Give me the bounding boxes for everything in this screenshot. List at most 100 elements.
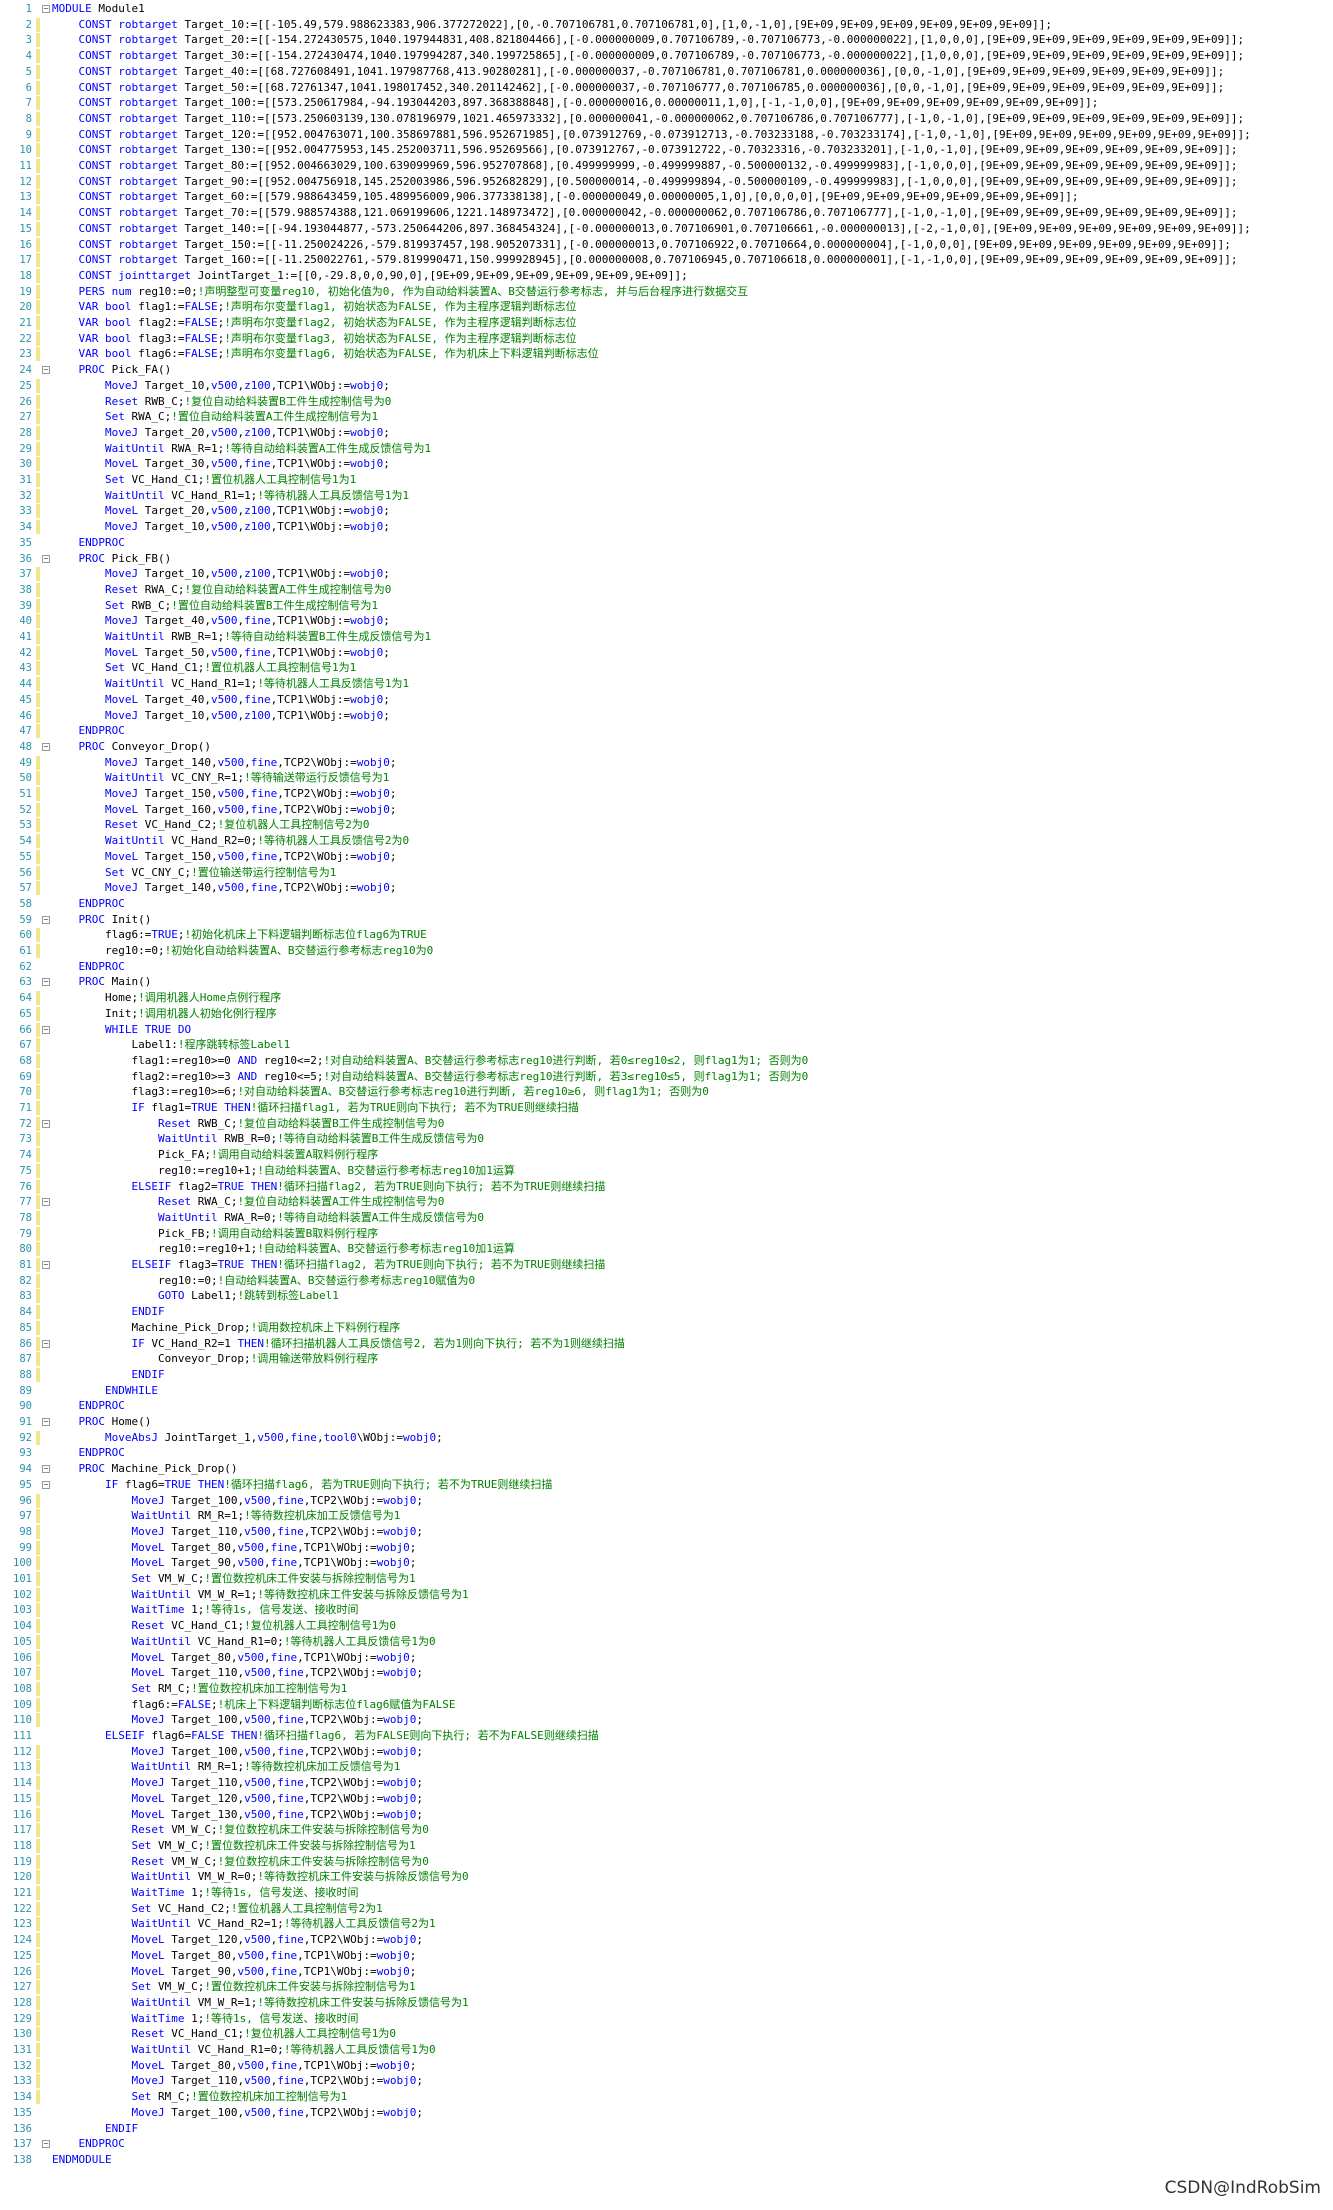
code-line[interactable]: 92 MoveAbsJ JointTarget_1,v500,fine,tool… bbox=[0, 1430, 1333, 1446]
code-line[interactable]: 123 WaitUntil VC_Hand_R2=1;!等待机器人工具反馈信号2… bbox=[0, 1916, 1333, 1932]
code-line[interactable]: 122 Set VC_Hand_C2;!置位机器人工具控制信号2为1 bbox=[0, 1901, 1333, 1917]
code-line[interactable]: 6 CONST robtarget Target_50:=[[68.727613… bbox=[0, 80, 1333, 96]
code-line[interactable]: 76 ELSEIF flag2=TRUE THEN!循环扫描flag2, 若为T… bbox=[0, 1179, 1333, 1195]
code-line[interactable]: 32 WaitUntil VC_Hand_R1=1;!等待机器人工具反馈信号1为… bbox=[0, 488, 1333, 504]
code-line[interactable]: 112 MoveJ Target_100,v500,fine,TCP2\WObj… bbox=[0, 1744, 1333, 1760]
code-line[interactable]: 85 Machine_Pick_Drop;!调用数控机床上下料例行程序 bbox=[0, 1320, 1333, 1336]
code-line[interactable]: 111 ELSEIF flag6=FALSE THEN!循环扫描flag6, 若… bbox=[0, 1728, 1333, 1744]
code-line[interactable]: 82 reg10:=0;!自动给料装置A、B交替运行参考标志reg10赋值为0 bbox=[0, 1273, 1333, 1289]
fold-toggle-icon[interactable]: − bbox=[42, 366, 50, 375]
code-line[interactable]: 38 Reset RWA_C;!复位自动给料装置A工件生成控制信号为0 bbox=[0, 582, 1333, 598]
fold-toggle-icon[interactable]: − bbox=[42, 1025, 50, 1034]
code-line[interactable]: 83 GOTO Label1;!跳转到标签Label1 bbox=[0, 1288, 1333, 1304]
code-line[interactable]: 66 − WHILE TRUE DO bbox=[0, 1022, 1333, 1038]
code-line[interactable]: 89 ENDWHILE bbox=[0, 1383, 1333, 1399]
code-line[interactable]: 97 WaitUntil RM_R=1;!等待数控机床加工反馈信号为1 bbox=[0, 1508, 1333, 1524]
code-line[interactable]: 22 VAR bool flag3:=FALSE;!声明布尔变量flag3, 初… bbox=[0, 331, 1333, 347]
fold-toggle-icon[interactable]: − bbox=[42, 742, 50, 751]
code-line[interactable]: 95 − IF flag6=TRUE THEN!循环扫描flag6, 若为TRUE… bbox=[0, 1477, 1333, 1493]
code-line[interactable]: 55 MoveL Target_150,v500,fine,TCP2\WObj:… bbox=[0, 849, 1333, 865]
code-line[interactable]: 73 WaitUntil RWB_R=0;!等待自动给料装置B工件生成反馈信号为… bbox=[0, 1131, 1333, 1147]
code-line[interactable]: 80 reg10:=reg10+1;!自动给料装置A、B交替运行参考标志reg1… bbox=[0, 1241, 1333, 1257]
code-line[interactable]: 1 − MODULE Module1 bbox=[0, 1, 1333, 17]
code-line[interactable]: 48 − PROC Conveyor_Drop() bbox=[0, 739, 1333, 755]
code-line[interactable]: 126 MoveL Target_90,v500,fine,TCP1\WObj:… bbox=[0, 1964, 1333, 1980]
fold-toggle-icon[interactable]: − bbox=[42, 5, 50, 13]
code-line[interactable]: 5 CONST robtarget Target_40:=[[68.727608… bbox=[0, 64, 1333, 80]
code-line[interactable]: 19 PERS num reg10:=0;!声明整型可变量reg10, 初始化值… bbox=[0, 284, 1333, 300]
code-line[interactable]: 17 CONST robtarget Target_160:=[[-11.250… bbox=[0, 252, 1333, 268]
fold-toggle-icon[interactable]: − bbox=[42, 978, 50, 987]
code-line[interactable]: 110 MoveJ Target_100,v500,fine,TCP2\WObj… bbox=[0, 1712, 1333, 1728]
code-line[interactable]: 29 WaitUntil RWA_R=1;!等待自动给料装置A工件生成反馈信号为… bbox=[0, 441, 1333, 457]
code-line[interactable]: 31 Set VC_Hand_C1;!置位机器人工具控制信号1为1 bbox=[0, 472, 1333, 488]
code-line[interactable]: 105 WaitUntil VC_Hand_R1=0;!等待机器人工具反馈信号1… bbox=[0, 1634, 1333, 1650]
code-line[interactable]: 129 WaitTime 1;!等待1s, 信号发送、接收时间 bbox=[0, 2011, 1333, 2027]
code-line[interactable]: 24 − PROC Pick_FA() bbox=[0, 362, 1333, 378]
code-line[interactable]: 125 MoveL Target_80,v500,fine,TCP1\WObj:… bbox=[0, 1948, 1333, 1964]
code-line[interactable]: 16 CONST robtarget Target_150:=[[-11.250… bbox=[0, 237, 1333, 253]
code-line[interactable]: 11 CONST robtarget Target_80:=[[952.0046… bbox=[0, 158, 1333, 174]
code-line[interactable]: 30 MoveL Target_30,v500,fine,TCP1\WObj:=… bbox=[0, 456, 1333, 472]
code-line[interactable]: 8 CONST robtarget Target_110:=[[573.2506… bbox=[0, 111, 1333, 127]
code-line[interactable]: 51 MoveJ Target_150,v500,fine,TCP2\WObj:… bbox=[0, 786, 1333, 802]
code-line[interactable]: 39 Set RWB_C;!置位自动给料装置B工件生成控制信号为1 bbox=[0, 598, 1333, 614]
code-line[interactable]: 61 reg10:=0;!初始化自动给料装置A、B交替运行参考标志reg10为0 bbox=[0, 943, 1333, 959]
code-line[interactable]: 138 ENDMODULE bbox=[0, 2152, 1333, 2168]
code-line[interactable]: 28 MoveJ Target_20,v500,z100,TCP1\WObj:=… bbox=[0, 425, 1333, 441]
code-line[interactable]: 2 CONST robtarget Target_10:=[[-105.49,5… bbox=[0, 17, 1333, 33]
code-line[interactable]: 124 MoveL Target_120,v500,fine,TCP2\WObj… bbox=[0, 1932, 1333, 1948]
code-line[interactable]: 120 WaitUntil VM_W_R=0;!等待数控机床工件安装与拆除反馈信… bbox=[0, 1869, 1333, 1885]
code-line[interactable]: 98 MoveJ Target_110,v500,fine,TCP2\WObj:… bbox=[0, 1524, 1333, 1540]
code-line[interactable]: 36 − PROC Pick_FB() bbox=[0, 551, 1333, 567]
code-line[interactable]: 15 CONST robtarget Target_140:=[[-94.193… bbox=[0, 221, 1333, 237]
fold-toggle-icon[interactable]: − bbox=[42, 1119, 50, 1128]
code-line[interactable]: 57 MoveJ Target_140,v500,fine,TCP2\WObj:… bbox=[0, 880, 1333, 896]
code-line[interactable]: 132 MoveL Target_80,v500,fine,TCP1\WObj:… bbox=[0, 2058, 1333, 2074]
code-line[interactable]: 49 MoveJ Target_140,v500,fine,TCP2\WObj:… bbox=[0, 755, 1333, 771]
code-line[interactable]: 33 MoveL Target_20,v500,z100,TCP1\WObj:=… bbox=[0, 503, 1333, 519]
code-line[interactable]: 94 − PROC Machine_Pick_Drop() bbox=[0, 1461, 1333, 1477]
code-line[interactable]: 70 flag3:=reg10>=6;!对自动给料装置A、B交替运行参考标志re… bbox=[0, 1084, 1333, 1100]
code-line[interactable]: 74 Pick_FA;!调用自动给料装置A取料例行程序 bbox=[0, 1147, 1333, 1163]
code-line[interactable]: 59 − PROC Init() bbox=[0, 912, 1333, 928]
code-line[interactable]: 99 MoveL Target_80,v500,fine,TCP1\WObj:=… bbox=[0, 1540, 1333, 1556]
fold-toggle-icon[interactable]: − bbox=[42, 1198, 50, 1207]
fold-toggle-icon[interactable]: − bbox=[42, 1418, 50, 1426]
code-line[interactable]: 23 VAR bool flag6:=FALSE;!声明布尔变量flag6, 初… bbox=[0, 346, 1333, 362]
code-line[interactable]: 135 MoveJ Target_100,v500,fine,TCP2\WObj… bbox=[0, 2105, 1333, 2121]
code-line[interactable]: 18 CONST jointtarget JointTarget_1:=[[0,… bbox=[0, 268, 1333, 284]
code-line[interactable]: 75 reg10:=reg10+1;!自动给料装置A、B交替运行参考标志reg1… bbox=[0, 1163, 1333, 1179]
code-line[interactable]: 116 MoveL Target_130,v500,fine,TCP2\WObj… bbox=[0, 1807, 1333, 1823]
code-line[interactable]: 60 flag6:=TRUE;!初始化机床上下料逻辑判断标志位flag6为TRU… bbox=[0, 927, 1333, 943]
code-line[interactable]: 131 WaitUntil VC_Hand_R1=0;!等待机器人工具反馈信号1… bbox=[0, 2042, 1333, 2058]
code-line[interactable]: 127 Set VM_W_C;!置位数控机床工件安装与拆除控制信号为1 bbox=[0, 1979, 1333, 1995]
code-line[interactable]: 78 WaitUntil RWA_R=0;!等待自动给料装置A工件生成反馈信号为… bbox=[0, 1210, 1333, 1226]
code-line[interactable]: 4 CONST robtarget Target_30:=[[-154.2724… bbox=[0, 48, 1333, 64]
fold-toggle-icon[interactable]: − bbox=[42, 554, 50, 563]
code-line[interactable]: 84 ENDIF bbox=[0, 1304, 1333, 1320]
fold-toggle-icon[interactable]: − bbox=[42, 1480, 50, 1489]
code-line[interactable]: 96 MoveJ Target_100,v500,fine,TCP2\WObj:… bbox=[0, 1493, 1333, 1509]
code-line[interactable]: 102 WaitUntil VM_W_R=1;!等待数控机床工件安装与拆除反馈信… bbox=[0, 1587, 1333, 1603]
code-line[interactable]: 7 CONST robtarget Target_100:=[[573.2506… bbox=[0, 95, 1333, 111]
code-line[interactable]: 137 − ENDPROC bbox=[0, 2136, 1333, 2152]
code-line[interactable]: 34 MoveJ Target_10,v500,z100,TCP1\WObj:=… bbox=[0, 519, 1333, 535]
code-line[interactable]: 37 MoveJ Target_10,v500,z100,TCP1\WObj:=… bbox=[0, 566, 1333, 582]
code-line[interactable]: 65 Init;!调用机器人初始化例行程序 bbox=[0, 1006, 1333, 1022]
code-line[interactable]: 50 WaitUntil VC_CNY_R=1;!等待输送带运行反馈信号为1 bbox=[0, 770, 1333, 786]
fold-toggle-icon[interactable]: − bbox=[42, 915, 50, 924]
code-line[interactable]: 91 − PROC Home() bbox=[0, 1414, 1333, 1430]
code-line[interactable]: 77 − Reset RWA_C;!复位自动给料装置A工件生成控制信号为0 bbox=[0, 1194, 1333, 1210]
code-line[interactable]: 134 Set RM_C;!置位数控机床加工控制信号为1 bbox=[0, 2089, 1333, 2105]
code-line[interactable]: 72 − Reset RWB_C;!复位自动给料装置B工件生成控制信号为0 bbox=[0, 1116, 1333, 1132]
code-editor[interactable]: 1− MODULE Module1 2 CONST robtarget Target… bbox=[0, 0, 1333, 2210]
code-line[interactable]: 106 MoveL Target_80,v500,fine,TCP1\WObj:… bbox=[0, 1650, 1333, 1666]
code-line[interactable]: 136 ENDIF bbox=[0, 2121, 1333, 2137]
code-line[interactable]: 100 MoveL Target_90,v500,fine,TCP1\WObj:… bbox=[0, 1555, 1333, 1571]
code-line[interactable]: 128 WaitUntil VM_W_R=1;!等待数控机床工件安装与拆除反馈信… bbox=[0, 1995, 1333, 2011]
code-line[interactable]: 133 MoveJ Target_110,v500,fine,TCP2\WObj… bbox=[0, 2073, 1333, 2089]
code-line[interactable]: 118 Set VM_W_C;!置位数控机床工件安装与拆除控制信号为1 bbox=[0, 1838, 1333, 1854]
code-line[interactable]: 71 IF flag1=TRUE THEN!循环扫描flag1, 若为TRUE则… bbox=[0, 1100, 1333, 1116]
code-line[interactable]: 115 MoveL Target_120,v500,fine,TCP2\WObj… bbox=[0, 1791, 1333, 1807]
